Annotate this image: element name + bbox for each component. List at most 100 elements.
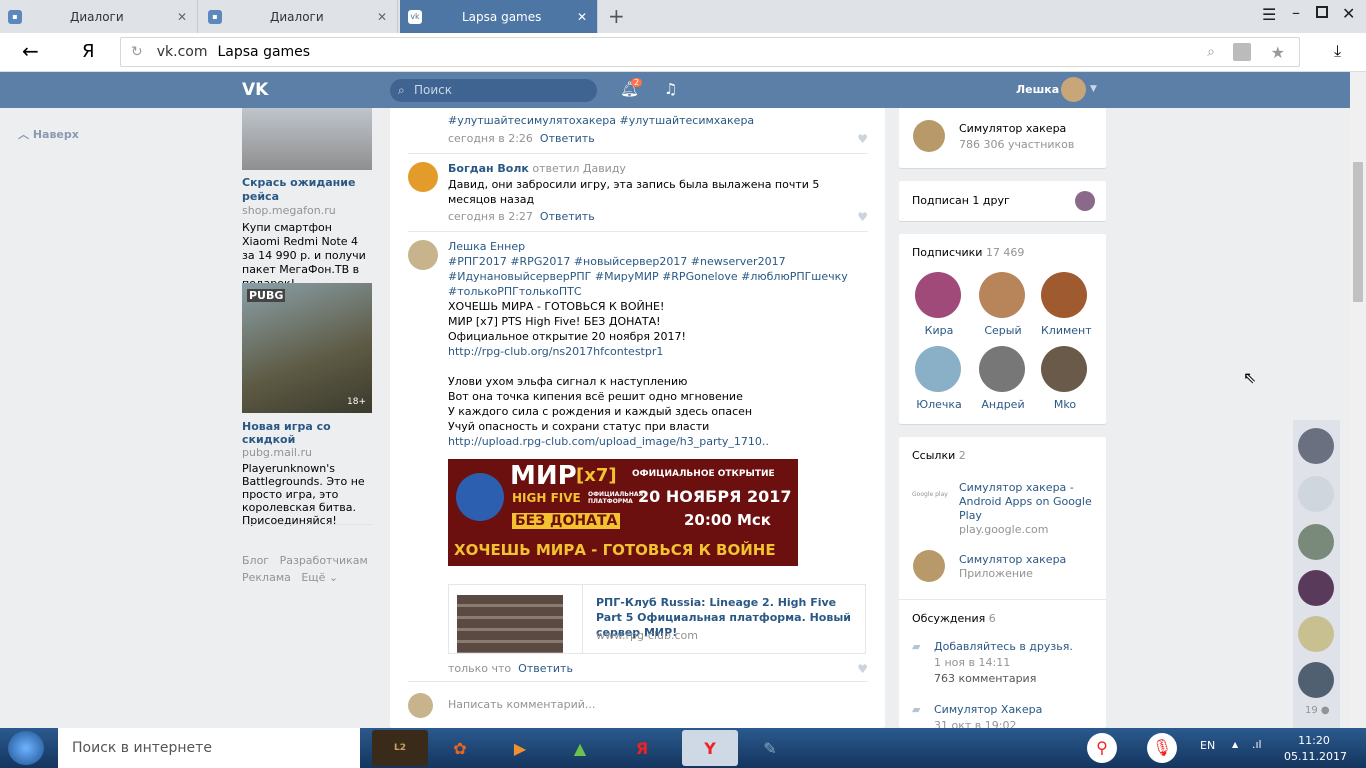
follower[interactable]: Юлечка [915, 346, 963, 411]
friend-avatar[interactable] [1298, 662, 1334, 698]
browser-tab-bar: ▪ Диалоги ✕ ▪ Диалоги ✕ vk Lapsa games ✕ + ☰ –… [0, 0, 1366, 33]
footer-link-blog[interactable]: Блог [242, 554, 269, 567]
follower[interactable]: Климент [1041, 272, 1092, 337]
url-field[interactable]: ↻ vk.com Lapsa games ⌕ ★ [120, 37, 1300, 67]
downloads-icon[interactable]: ⤓ [1334, 41, 1341, 61]
address-bar: ← Я ↻ vk.com Lapsa games ⌕ ★ ⤓ [0, 33, 1366, 72]
menu-icon[interactable]: ☰ [1262, 5, 1276, 24]
ad-image-pubg[interactable]: PUBG 18+ [242, 283, 372, 413]
like-heart-icon[interactable]: ♥ [857, 210, 868, 224]
tab-dialogs-1[interactable]: ▪ Диалоги ✕ [0, 0, 198, 33]
group-card[interactable]: Симулятор хакера 786 306 участников [899, 108, 1106, 168]
close-tab-icon[interactable]: ✕ [177, 10, 187, 24]
friend-avatar[interactable] [1298, 616, 1334, 652]
yandex-browser-app[interactable]: Y [682, 730, 738, 766]
close-window-button[interactable]: ✕ [1342, 4, 1355, 23]
link-snippet[interactable]: РПГ-Клуб Russia: Lineage 2. High Five Pa… [448, 584, 866, 654]
comment-input[interactable]: Написать комментарий... [448, 698, 868, 711]
follower[interactable]: Кира [915, 272, 963, 337]
ad-pubg[interactable]: Новая игра со скидкой pubg.mail.ru Playe… [242, 420, 372, 527]
comment-time[interactable]: сегодня в 2:27 [448, 210, 533, 223]
links-discussions-block: Ссылки 2 Google play Симулятор хакера - … [899, 437, 1106, 732]
close-tab-icon[interactable]: ✕ [377, 10, 387, 24]
search-icon[interactable]: ⚲ [1087, 733, 1117, 763]
link[interactable]: http://rpg-club.org/ns2017hfcontestpr1 [448, 345, 663, 358]
ad-image-airport[interactable] [242, 108, 372, 170]
lock-icon[interactable] [1233, 43, 1251, 61]
language-indicator[interactable]: EN [1200, 739, 1215, 752]
notifications-badge: 2 [631, 78, 643, 87]
group-avatar [913, 120, 945, 152]
tab-lapsa-games[interactable]: vk Lapsa games ✕ [400, 0, 598, 33]
like-heart-icon[interactable]: ♥ [857, 132, 868, 146]
friend-avatar[interactable] [1298, 476, 1334, 512]
comment: #улутшайтесимулятохакера #улутшайтесимха… [408, 108, 868, 154]
start-button[interactable] [8, 731, 44, 765]
reply-link[interactable]: Ответить [540, 210, 595, 223]
scrollbar-thumb[interactable] [1353, 162, 1363, 302]
clock[interactable]: 11:20 05.11.2017 [1284, 733, 1347, 765]
comment-author[interactable]: Богдан Волк [448, 162, 529, 175]
avatar[interactable] [408, 162, 438, 192]
signal-icon[interactable]: .ıl [1252, 738, 1262, 751]
lineage-app[interactable]: L2 [372, 730, 428, 766]
close-tab-icon[interactable]: ✕ [577, 10, 587, 24]
reply-link[interactable]: Ответить [540, 132, 595, 145]
follower[interactable]: Mko [1041, 346, 1089, 411]
vk-header: VK 🔔︎ 2 ♫ Лешка ▼ [0, 72, 1350, 108]
tab-dialogs-2[interactable]: ▪ Диалоги ✕ [200, 0, 398, 33]
discussion-icon: ▰ [912, 640, 921, 653]
subscribed-friends[interactable]: Подписан 1 друг [899, 181, 1106, 221]
vk-logo[interactable]: VK [242, 80, 268, 100]
minimize-button[interactable]: – [1292, 3, 1300, 22]
bookmark-star-icon[interactable]: ★ [1271, 43, 1285, 62]
notepad-app[interactable]: ✎ [742, 730, 798, 766]
comment-time[interactable]: сегодня в 2:26 [448, 132, 533, 145]
hashtags[interactable]: #РПГ2017 #RPG2017 #новыйсервер2017 #news… [448, 254, 858, 299]
online-count[interactable]: 19 ● [1305, 705, 1330, 716]
follower[interactable]: Андрей [979, 346, 1027, 411]
taskbar-search-input[interactable]: Поиск в интернете [58, 728, 360, 768]
footer-link-developers[interactable]: Разработчикам [280, 554, 368, 567]
link[interactable]: http://upload.rpg-club.com/upload_image/… [448, 435, 769, 448]
friend-avatar[interactable] [1298, 428, 1334, 464]
translate-icon[interactable]: ⌕ [1207, 44, 1215, 60]
comment-author[interactable]: Лешка Еннер [448, 239, 858, 254]
comment: Богдан Волк ответил Давиду Давид, они за… [408, 154, 868, 232]
yandex-logo[interactable]: Я [82, 41, 95, 62]
banner-image[interactable]: МИР [x7] HIGH FIVE ОФИЦИАЛЬНАЯ ПЛАТФОРМА… [448, 459, 798, 566]
snippet-thumbnail [457, 595, 563, 653]
back-button[interactable]: ← [22, 39, 39, 63]
chevron-down-icon[interactable]: ▼ [1090, 84, 1097, 94]
microphone-icon[interactable]: 🎙︎ [1147, 733, 1177, 763]
yandex-app[interactable]: Я [614, 730, 670, 766]
scrollbar[interactable] [1350, 72, 1366, 728]
tray-arrow-icon[interactable]: ▲ [1232, 740, 1238, 749]
music-icon[interactable]: ♫ [664, 80, 677, 98]
comment-time[interactable]: только что [448, 662, 511, 675]
like-heart-icon[interactable]: ♥ [857, 662, 868, 676]
follower[interactable]: Серый [979, 272, 1027, 337]
my-avatar [408, 693, 433, 718]
reload-icon[interactable]: ↻ [131, 44, 143, 60]
search-input[interactable]: ⌕ Поиск [390, 79, 597, 102]
user-name[interactable]: Лешка [1016, 83, 1059, 96]
reply-link[interactable]: Ответить [518, 662, 573, 675]
footer-link-ads[interactable]: Реклама [242, 571, 291, 584]
new-tab-button[interactable]: + [608, 4, 625, 28]
link-item[interactable]: Симулятор хакера Приложение [959, 553, 1066, 581]
avatar[interactable] [408, 240, 438, 270]
back-to-top-link[interactable]: ︿ Наверх [18, 126, 79, 142]
ad-megafon[interactable]: Скрась ожидание рейса shop.megafon.ru Ку… [242, 176, 372, 291]
user-avatar[interactable] [1061, 77, 1086, 102]
maximize-button[interactable] [1316, 6, 1328, 18]
video-app[interactable]: ▶ [492, 730, 548, 766]
android-app[interactable]: ▲ [552, 730, 608, 766]
friend-avatar[interactable] [1298, 524, 1334, 560]
taskbar: Поиск в интернете L2 ✿ ▶ ▲ Я Y ✎ ⚲ 🎙︎ EN… [0, 728, 1366, 768]
player-app[interactable]: ✿ [432, 730, 488, 766]
footer-link-more[interactable]: Ещё ⌄ [301, 571, 338, 584]
link-item[interactable]: Симулятор хакера - Android Apps on Googl… [959, 481, 1094, 537]
discussion-item[interactable]: Добавляйтесь в друзья. 1 ноя в 14:11 763 к… [934, 639, 1073, 687]
friend-avatar[interactable] [1298, 570, 1334, 606]
